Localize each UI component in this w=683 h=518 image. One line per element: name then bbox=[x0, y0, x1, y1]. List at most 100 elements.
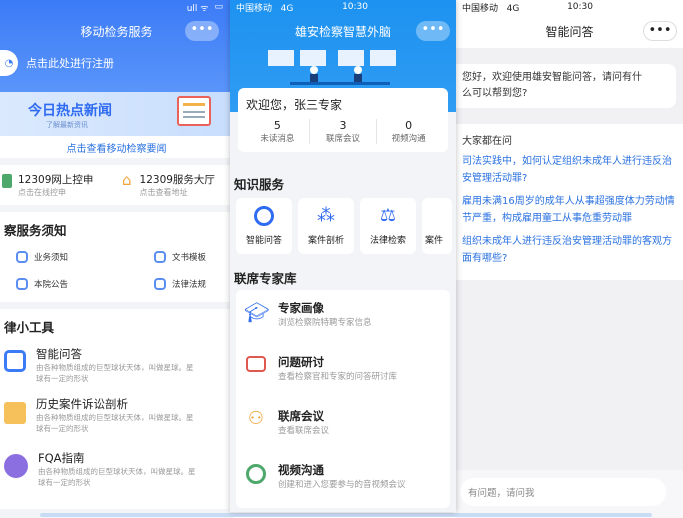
knowledge-item-case[interactable]: 案件 bbox=[422, 198, 452, 254]
network-text: 4G bbox=[280, 3, 294, 14]
meeting-icon: ⚇ bbox=[247, 408, 265, 429]
tool-desc: 球有一定的形状 bbox=[38, 478, 91, 487]
status-bar: ull ᯤ ▭ bbox=[0, 0, 233, 14]
bottom-divider bbox=[40, 513, 652, 517]
left-header: ull ᯤ ▭ 移动检务服务 ••• ◔ 点击此处进行注册 bbox=[0, 0, 233, 92]
knowledge-item-case-analysis[interactable]: ⁂ 案件剖析 bbox=[298, 198, 354, 254]
greeting-bubble: 您好，欢迎使用雄安智能问答，请问有什 么可以帮到您? bbox=[456, 64, 676, 108]
experts-title: 联席专家库 bbox=[234, 271, 297, 286]
faq-text: 司法实践中，如何认定组织未成年人进行违反治 bbox=[462, 156, 672, 167]
carrier-label: 中国移动 4G bbox=[236, 1, 293, 14]
complaint-icon bbox=[2, 174, 12, 188]
signal-icon: ull ᯤ bbox=[186, 3, 209, 14]
graduation-cap-icon: 🎓︎ bbox=[244, 300, 270, 324]
shortcut-label: 12309网上控申 bbox=[18, 174, 94, 186]
carrier-text: 中国移动 bbox=[236, 3, 273, 14]
faq-text: 安管理活动罪? bbox=[462, 173, 528, 184]
faq-text: 雇用未满16周岁的成年人从事超强度体力劳动情 bbox=[462, 196, 675, 207]
expert-label: 联席会议 bbox=[278, 409, 324, 423]
more-menu-button[interactable]: ••• bbox=[185, 21, 219, 41]
shortcut-sub: 点击查看地址 bbox=[139, 188, 188, 197]
shortcut-online-complaint[interactable]: 12309网上控申 点击在线控申 bbox=[0, 172, 116, 198]
stat-unread[interactable]: 5 未读消息 bbox=[246, 119, 309, 144]
knowledge-label: 智能问答 bbox=[245, 236, 282, 246]
expert-label: 视频沟通 bbox=[278, 463, 324, 477]
tool-item[interactable]: 历史案件诉讼剖析 由各种物质组成的巨型球状天体，叫做星球。星 球有一定的形状 bbox=[4, 396, 229, 450]
network-text: 4G bbox=[506, 3, 520, 14]
notice-item-label: 法律法规 bbox=[172, 280, 207, 290]
stat-video[interactable]: 0 视频沟通 bbox=[377, 119, 440, 144]
expert-item[interactable]: ⚇ 联席会议查看联席会议 bbox=[244, 408, 442, 462]
expert-list: 🎓︎ 专家画像 浏览检察院特聘专家信息 问题研讨 查看检察官和专家的问答研讨库 ⚇ … bbox=[236, 290, 450, 508]
knowledge-label: 案件 bbox=[425, 236, 444, 246]
notice-item-label: 文书模板 bbox=[172, 253, 207, 263]
expert-desc: 查看检察官和专家的问答研讨库 bbox=[278, 372, 398, 382]
tool-desc: 由各种物质组成的巨型球状天体，叫做星球。星 bbox=[36, 413, 194, 422]
stat-value: 5 bbox=[273, 119, 281, 132]
expert-item[interactable]: 🎓︎ 专家画像 浏览检察院特聘专家信息 bbox=[244, 300, 442, 354]
question-input[interactable]: 有问题，请问我 bbox=[460, 478, 666, 506]
more-menu-button[interactable]: ••• bbox=[416, 21, 450, 41]
law-icon bbox=[154, 278, 166, 290]
expert-desc: 查看联席会议 bbox=[278, 426, 330, 436]
status-bar: 中国移动 4G 10:30 bbox=[230, 0, 456, 14]
video-camera-icon bbox=[246, 464, 266, 484]
status-time: 10:30 bbox=[342, 2, 368, 12]
robot-icon bbox=[4, 350, 26, 372]
carrier-label: 中国移动 4G bbox=[462, 1, 519, 14]
shortcut-service-hall[interactable]: ⌂ 12309服务大厅 点击查看地址 bbox=[116, 172, 215, 198]
notice-item-label: 本院公告 bbox=[34, 280, 69, 290]
register-text[interactable]: 点击此处进行注册 bbox=[26, 55, 114, 71]
faq-item[interactable]: 雇用未满16周岁的成年人从事超强度体力劳动情 节严重，构成雇用童工从事危重劳动罪 bbox=[462, 193, 677, 227]
notice-grid: 业务须知 文书模板 本院公告 法律法规 bbox=[4, 251, 229, 290]
folder-icon bbox=[4, 402, 26, 424]
welcome-card: 欢迎您，张三专家 5 未读消息 3 联席会议 0 视频沟通 bbox=[238, 88, 448, 152]
input-placeholder: 有问题，请问我 bbox=[468, 488, 535, 499]
welcome-text: 欢迎您，张三专家 bbox=[246, 98, 343, 112]
status-time: 10:30 bbox=[567, 2, 593, 12]
stat-value: 3 bbox=[339, 119, 347, 132]
tool-desc: 由各种物质组成的巨型球状天体，叫做星球。星 bbox=[36, 363, 194, 372]
news-link[interactable]: 点击查看移动检察要闻 bbox=[0, 136, 233, 158]
more-menu-button[interactable]: ••• bbox=[643, 21, 677, 41]
knowledge-label: 案件剖析 bbox=[307, 236, 344, 246]
expert-item[interactable]: 问题研讨 查看检察官和专家的问答研讨库 bbox=[244, 354, 442, 408]
notice-item[interactable]: 文书模板 bbox=[134, 251, 233, 263]
notice-item[interactable]: 法律法规 bbox=[134, 278, 233, 290]
tool-label: FQA指南 bbox=[38, 451, 85, 465]
tool-item[interactable]: FQA指南 由各种物质组成的巨型球状天体，叫做星球。星 球有一定的形状 bbox=[4, 450, 229, 500]
knowledge-label: 法律检索 bbox=[369, 236, 406, 246]
stat-meetings[interactable]: 3 联席会议 bbox=[308, 119, 378, 144]
faq-item[interactable]: 组织未成年人进行违反治安管理活动罪的客观方 面有哪些? bbox=[462, 233, 677, 267]
meeting-illustration bbox=[268, 50, 396, 85]
page-title-text: 智能问答 bbox=[545, 24, 594, 39]
announcement-icon bbox=[16, 278, 28, 290]
knowledge-grid: 智能问答 ⁂ 案件剖析 ⚖ 法律检索 案件 bbox=[236, 198, 452, 254]
faq-item[interactable]: 司法实践中，如何认定组织未成年人进行违反治 安管理活动罪? bbox=[462, 153, 677, 187]
tools-section: 律小工具 智能问答 由各种物质组成的巨型球状天体，叫做星球。星 球有一定的形状 历史… bbox=[0, 309, 233, 509]
notice-section: 察服务须知 业务须知 文书模板 本院公告 法律法规 bbox=[0, 212, 233, 302]
panel-mobile-service: ull ᯤ ▭ 移动检务服务 ••• ◔ 点击此处进行注册 今日热点新闻 了解最… bbox=[0, 0, 233, 518]
notice-item[interactable]: 本院公告 bbox=[4, 278, 134, 290]
input-bar: 有问题，请问我 bbox=[456, 470, 683, 518]
document-icon bbox=[16, 251, 28, 263]
stat-label: 视频沟通 bbox=[391, 134, 426, 144]
panel-smart-brain: 中国移动 4G 10:30 雄安检察智慧外脑 ••• 欢迎您，张三专家 5 未读消… bbox=[230, 0, 456, 512]
carrier-text: 中国移动 bbox=[462, 3, 499, 14]
register-row[interactable]: ◔ 点击此处进行注册 bbox=[0, 50, 233, 76]
tool-desc: 球有一定的形状 bbox=[36, 424, 89, 433]
news-banner[interactable]: 今日热点新闻 了解最新资讯 bbox=[0, 92, 233, 136]
battery-icon: ▭ bbox=[214, 2, 223, 12]
notice-item[interactable]: 业务须知 bbox=[4, 251, 134, 263]
notice-title: 察服务须知 bbox=[4, 223, 67, 238]
right-header: 中国移动 4G 10:30 智能问答 ••• bbox=[456, 0, 683, 48]
tool-item[interactable]: 智能问答 由各种物质组成的巨型球状天体，叫做星球。星 球有一定的形状 bbox=[4, 346, 229, 396]
page-title-text: 移动检务服务 bbox=[80, 24, 153, 39]
knowledge-item-law-search[interactable]: ⚖ 法律检索 bbox=[360, 198, 416, 254]
shortcut-sub: 点击在线控申 bbox=[18, 188, 66, 197]
knowledge-item-smart-qa[interactable]: 智能问答 bbox=[236, 198, 292, 254]
greeting-line: 么可以帮到您? bbox=[462, 88, 528, 99]
expert-desc: 创建和进入您要参与的音视频会议 bbox=[278, 480, 406, 490]
expert-item[interactable]: 视频沟通创建和进入您要参与的音视频会议 bbox=[244, 462, 442, 506]
stats-row: 5 未读消息 3 联席会议 0 视频沟通 bbox=[246, 119, 440, 144]
